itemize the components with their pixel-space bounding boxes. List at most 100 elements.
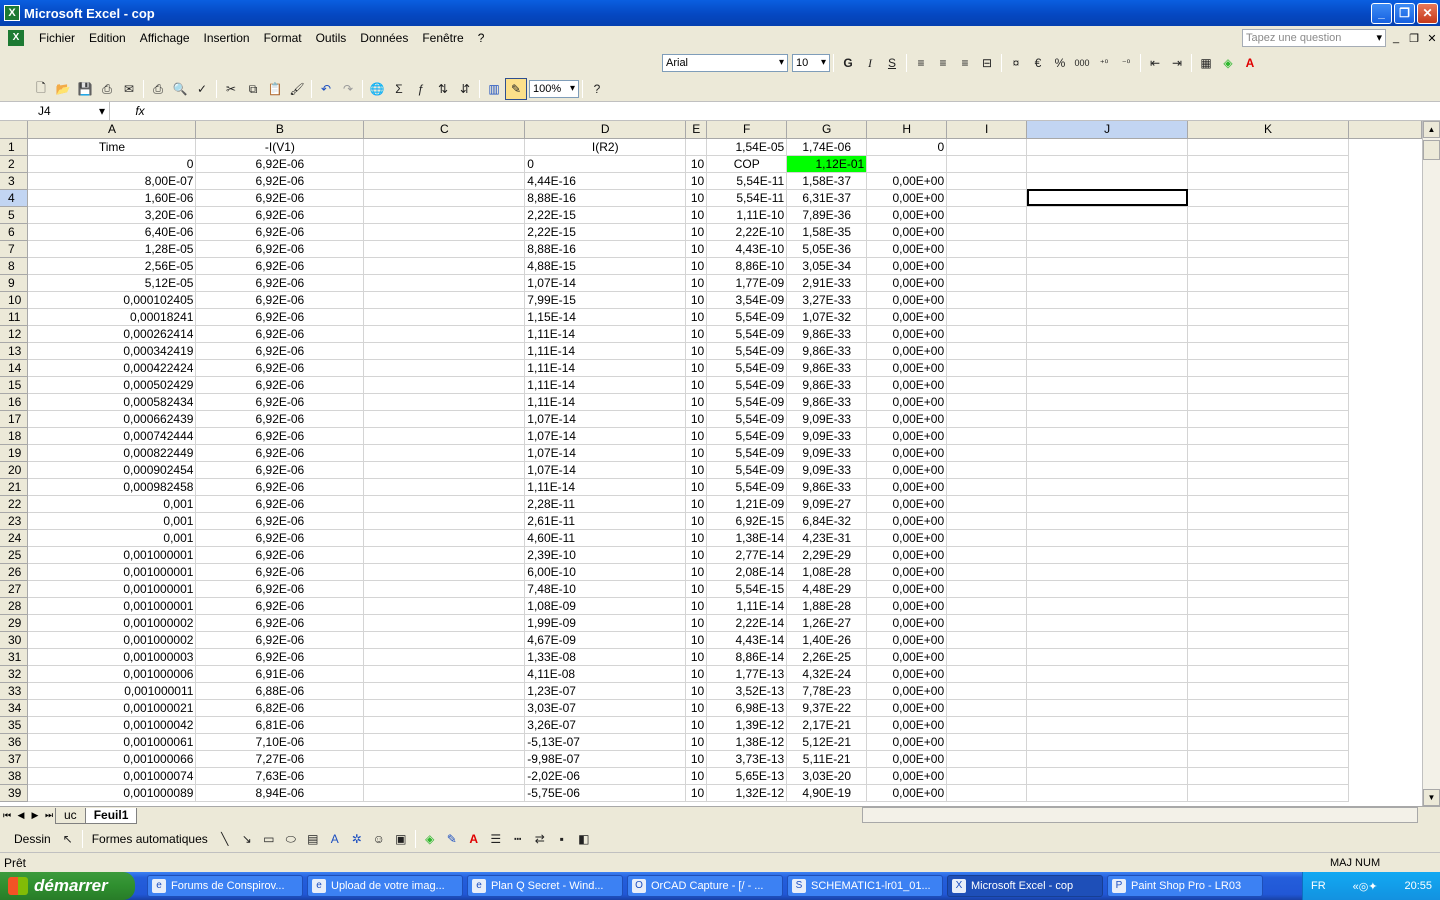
cell-d8[interactable]: 4,88E-15: [524, 257, 687, 275]
cell-b32[interactable]: 6,91E-06: [195, 665, 365, 683]
cell-k11[interactable]: [1187, 308, 1349, 326]
cell-e12[interactable]: 10: [685, 325, 708, 343]
row-header[interactable]: 38: [0, 767, 29, 785]
taskbar-item[interactable]: e Upload de votre imag...: [307, 875, 463, 897]
currency-icon[interactable]: ¤: [1005, 52, 1027, 74]
cell-g3[interactable]: 1,58E-37: [786, 172, 868, 190]
cell-i19[interactable]: [946, 444, 1028, 462]
cell-g11[interactable]: 1,07E-32: [786, 308, 868, 326]
cell-f36[interactable]: 1,38E-12: [706, 733, 788, 751]
cell-i17[interactable]: [946, 410, 1028, 428]
cell-d33[interactable]: 1,23E-07: [524, 682, 687, 700]
cell-c13[interactable]: [363, 342, 526, 360]
cell-e11[interactable]: 10: [685, 308, 708, 326]
row-header[interactable]: 14: [0, 359, 29, 377]
cell-e23[interactable]: 10: [685, 512, 708, 530]
column-header-b[interactable]: B: [195, 121, 365, 139]
cell-c1[interactable]: [363, 138, 526, 156]
cell-f9[interactable]: 1,77E-09: [706, 274, 788, 292]
cell-e31[interactable]: 10: [685, 648, 708, 666]
cell-f12[interactable]: 5,54E-09: [706, 325, 788, 343]
cell-c14[interactable]: [363, 359, 526, 377]
cell-b21[interactable]: 6,92E-06: [195, 478, 365, 496]
cell-d13[interactable]: 1,11E-14: [524, 342, 687, 360]
cell-i8[interactable]: [946, 257, 1028, 275]
vertical-scrollbar[interactable]: ▲ ▼: [1422, 121, 1440, 806]
merge-center-icon[interactable]: ⊟: [976, 52, 998, 74]
cell-e38[interactable]: 10: [685, 767, 708, 785]
menu-affichage[interactable]: Affichage: [133, 31, 197, 45]
cell-b30[interactable]: 6,92E-06: [195, 631, 365, 649]
cell-k28[interactable]: [1187, 597, 1349, 615]
cell-h22[interactable]: 0,00E+00: [866, 495, 948, 513]
cell-a24[interactable]: 0,001: [27, 529, 197, 547]
cell-j27[interactable]: [1026, 580, 1189, 598]
cell-i5[interactable]: [946, 206, 1028, 224]
menu-insertion[interactable]: Insertion: [197, 31, 257, 45]
close-button[interactable]: ✕: [1417, 2, 1438, 24]
cell-k24[interactable]: [1187, 529, 1349, 547]
cell-j18[interactable]: [1026, 427, 1189, 445]
cell-a15[interactable]: 0,000502429: [27, 376, 197, 394]
cell-b17[interactable]: 6,92E-06: [195, 410, 365, 428]
cell-k37[interactable]: [1187, 750, 1349, 768]
cell-a26[interactable]: 0,001000001: [27, 563, 197, 581]
cell-c37[interactable]: [363, 750, 526, 768]
cell-a22[interactable]: 0,001: [27, 495, 197, 513]
cell-f28[interactable]: 1,11E-14: [706, 597, 788, 615]
hyperlink-icon[interactable]: 🌐: [366, 78, 388, 100]
cell-e25[interactable]: 10: [685, 546, 708, 564]
cell-d22[interactable]: 2,28E-11: [524, 495, 687, 513]
cell-c19[interactable]: [363, 444, 526, 462]
cell-k22[interactable]: [1187, 495, 1349, 513]
cell-b9[interactable]: 6,92E-06: [195, 274, 365, 292]
cell-c39[interactable]: [363, 784, 526, 802]
cell-h20[interactable]: 0,00E+00: [866, 461, 948, 479]
row-header[interactable]: 29: [0, 614, 29, 632]
cell-i10[interactable]: [946, 291, 1028, 309]
cell-k33[interactable]: [1187, 682, 1349, 700]
cell-k25[interactable]: [1187, 546, 1349, 564]
scroll-down-icon[interactable]: ▼: [1423, 789, 1440, 806]
taskbar-item[interactable]: X Microsoft Excel - cop: [947, 875, 1103, 897]
cell-j28[interactable]: [1026, 597, 1189, 615]
cell-h6[interactable]: 0,00E+00: [866, 223, 948, 241]
cell-h2[interactable]: [866, 155, 948, 173]
cell-e1[interactable]: [685, 138, 708, 156]
cell-b31[interactable]: 6,92E-06: [195, 648, 365, 666]
select-all-corner[interactable]: [0, 121, 29, 139]
cell-c23[interactable]: [363, 512, 526, 530]
cell-e35[interactable]: 10: [685, 716, 708, 734]
cell-g8[interactable]: 3,05E-34: [786, 257, 868, 275]
cell-i1[interactable]: [946, 138, 1028, 156]
cell-b23[interactable]: 6,92E-06: [195, 512, 365, 530]
cell-k1[interactable]: [1187, 138, 1349, 156]
cell-d32[interactable]: 4,11E-08: [524, 665, 687, 683]
arrow-icon[interactable]: ↘: [236, 828, 258, 850]
cell-h31[interactable]: 0,00E+00: [866, 648, 948, 666]
cell-g33[interactable]: 7,78E-23: [786, 682, 868, 700]
cell-i25[interactable]: [946, 546, 1028, 564]
cell-a16[interactable]: 0,000582434: [27, 393, 197, 411]
cell-k4[interactable]: [1187, 189, 1349, 207]
email-icon[interactable]: ✉: [118, 78, 140, 100]
cell-b33[interactable]: 6,88E-06: [195, 682, 365, 700]
cell-g22[interactable]: 9,09E-27: [786, 495, 868, 513]
cell-e22[interactable]: 10: [685, 495, 708, 513]
cell-j1[interactable]: [1026, 138, 1189, 156]
cell-i29[interactable]: [946, 614, 1028, 632]
scroll-thumb[interactable]: [1423, 140, 1440, 160]
cell-b10[interactable]: 6,92E-06: [195, 291, 365, 309]
cell-j24[interactable]: [1026, 529, 1189, 547]
cell-b29[interactable]: 6,92E-06: [195, 614, 365, 632]
cell-g23[interactable]: 6,84E-32: [786, 512, 868, 530]
save-icon[interactable]: 💾: [74, 78, 96, 100]
row-header[interactable]: 35: [0, 716, 29, 734]
align-center-icon[interactable]: ≡: [932, 52, 954, 74]
row-header[interactable]: 28: [0, 597, 29, 615]
cell-j5[interactable]: [1026, 206, 1189, 224]
cell-a33[interactable]: 0,001000011: [27, 682, 197, 700]
cell-b16[interactable]: 6,92E-06: [195, 393, 365, 411]
cell-c38[interactable]: [363, 767, 526, 785]
cell-d17[interactable]: 1,07E-14: [524, 410, 687, 428]
